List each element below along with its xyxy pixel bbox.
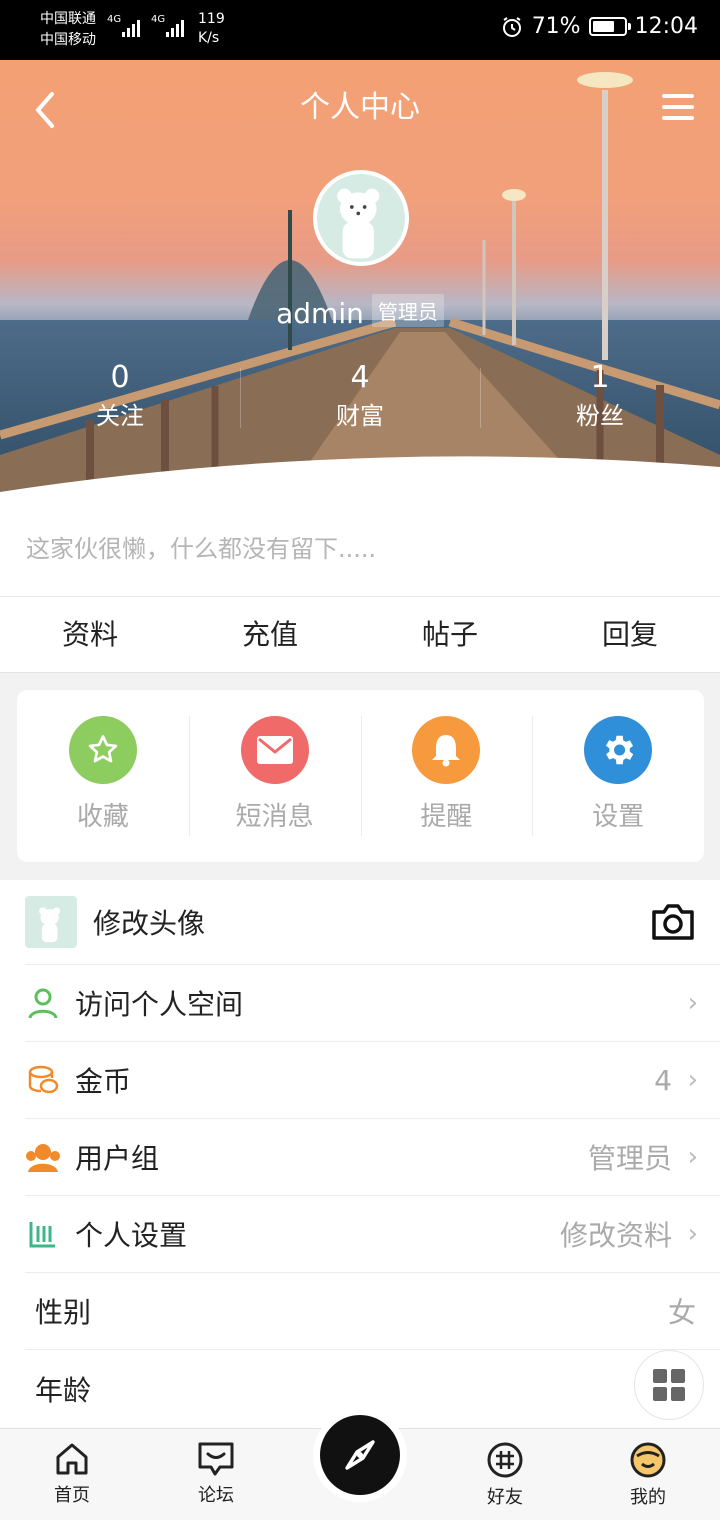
profile-stats: 0 关注 4 财富 1 粉丝 — [0, 358, 720, 434]
camera-icon[interactable] — [650, 902, 696, 942]
row-coins[interactable]: 金币 4 › — [25, 1042, 720, 1119]
row-label: 个人设置 — [75, 1219, 188, 1252]
tab-posts[interactable]: 帖子 — [360, 597, 540, 672]
row-label: 访问个人空间 — [75, 988, 244, 1021]
carrier-2: 中国移动 — [40, 32, 96, 48]
quick-label: 设置 — [592, 802, 645, 832]
chevron-right-icon: › — [687, 1065, 698, 1095]
bear-avatar-icon — [337, 188, 380, 259]
tab-replies[interactable]: 回复 — [540, 597, 720, 672]
group-icon — [25, 1139, 61, 1175]
quick-settings[interactable]: 设置 — [532, 690, 704, 862]
avatar[interactable] — [313, 170, 409, 266]
avatar-thumb — [25, 896, 77, 948]
battery-percent: 71% — [531, 14, 581, 39]
stat-label: 粉丝 — [576, 402, 624, 430]
stat-fans[interactable]: 1 粉丝 — [480, 358, 720, 434]
user-group-value: 管理员 — [587, 1142, 672, 1175]
gender-value: 女 — [667, 1296, 696, 1329]
tabbar-mine[interactable]: 我的 — [598, 1441, 698, 1509]
star-icon — [68, 716, 137, 784]
mail-icon — [240, 716, 309, 784]
settings-bars-icon — [25, 1216, 61, 1252]
quick-label: 收藏 — [76, 802, 129, 832]
username-line: admin 管理员 — [0, 294, 720, 330]
signal-1-icon — [122, 20, 140, 37]
wave-divider — [0, 456, 720, 505]
row-personal-settings[interactable]: 个人设置 修改资料 › — [25, 1196, 720, 1273]
bell-icon — [412, 716, 481, 784]
role-badge: 管理员 — [371, 294, 444, 327]
tabbar-label: 好友 — [487, 1487, 523, 1508]
gear-icon — [584, 716, 653, 784]
row-gender[interactable]: 性别 女 — [25, 1273, 720, 1350]
tabbar-label: 论坛 — [198, 1485, 234, 1506]
quick-messages[interactable]: 短消息 — [188, 690, 361, 862]
coins-value: 4 — [654, 1063, 672, 1097]
network-type-2: 4G — [151, 14, 166, 25]
coins-icon — [25, 1062, 61, 1098]
quick-actions: 收藏 短消息 提醒 设置 — [17, 690, 704, 862]
page-title: 个人中心 — [300, 90, 420, 125]
forum-icon — [198, 1442, 234, 1476]
chevron-right-icon: › — [687, 1219, 698, 1249]
tab-recharge[interactable]: 充值 — [180, 597, 360, 672]
tabbar-home[interactable]: 首页 — [22, 1441, 122, 1507]
row-label: 用户组 — [75, 1142, 160, 1175]
row-label: 金币 — [75, 1065, 132, 1098]
stat-wealth[interactable]: 4 财富 — [240, 358, 480, 434]
tabbar-friends[interactable]: 好友 — [455, 1441, 555, 1509]
hash-icon — [487, 1442, 523, 1478]
tab-profile[interactable]: 资料 — [0, 597, 180, 672]
clock: 12:04 — [634, 14, 698, 39]
settings-list: 修改头像 访问个人空间 › 金币 4 › 用户组 管理员 › 个人设置 修改资料… — [0, 880, 720, 1430]
row-label: 修改头像 — [93, 907, 206, 940]
quick-label: 短消息 — [235, 802, 314, 832]
signal-2-icon — [166, 20, 184, 37]
user-icon — [25, 985, 61, 1021]
row-label: 性别 — [35, 1296, 92, 1329]
chevron-right-icon: › — [687, 1142, 698, 1172]
chevron-right-icon: › — [687, 988, 698, 1018]
face-icon — [630, 1442, 666, 1478]
bear-thumb-icon — [39, 907, 61, 943]
home-icon — [56, 1443, 88, 1475]
profile-tabs: 资料 充值 帖子 回复 — [0, 597, 720, 673]
tabbar-forum[interactable]: 论坛 — [166, 1441, 266, 1507]
battery-icon — [588, 17, 631, 36]
row-visit-space[interactable]: 访问个人空间 › — [25, 965, 720, 1042]
bio-text: 这家伙很懒，什么都没有留下..... — [0, 505, 720, 597]
profile-hero: 个人中心 admin 管理员 0 关注 4 财富 1 粉丝 — [0, 60, 720, 505]
row-change-avatar[interactable]: 修改头像 — [25, 880, 720, 965]
stat-label: 财富 — [336, 402, 384, 430]
personal-settings-value: 修改资料 — [559, 1219, 672, 1252]
stat-following[interactable]: 0 关注 — [0, 358, 240, 434]
carrier-1: 中国联通 — [40, 11, 96, 27]
network-type-1: 4G — [107, 14, 122, 25]
stat-value: 0 — [110, 360, 130, 395]
alarm-icon — [502, 16, 521, 37]
quick-favorites[interactable]: 收藏 — [17, 690, 189, 862]
network-speed: 119 K/s — [198, 11, 225, 46]
carrier-info: 中国联通 中国移动 — [40, 9, 96, 51]
status-bar: 中国联通 中国移动 4G 4G 119 K/s 71% 12:04 — [0, 0, 720, 60]
stat-value: 1 — [590, 360, 610, 395]
stat-value: 4 — [350, 360, 370, 395]
row-label: 年龄 — [35, 1373, 92, 1407]
tabbar-label: 我的 — [630, 1487, 666, 1508]
compass-icon — [320, 1415, 400, 1495]
menu-icon[interactable] — [662, 94, 694, 120]
stat-label: 关注 — [96, 402, 144, 430]
pier-background — [0, 72, 720, 505]
tabbar-label: 首页 — [54, 1485, 90, 1506]
tabbar-discover[interactable] — [313, 1408, 407, 1502]
row-user-group[interactable]: 用户组 管理员 › — [25, 1119, 720, 1196]
apps-grid-button[interactable] — [634, 1350, 704, 1420]
quick-label: 提醒 — [420, 802, 473, 832]
username: admin — [276, 297, 364, 330]
quick-reminders[interactable]: 提醒 — [360, 690, 533, 862]
status-right: 71% 12:04 — [500, 14, 698, 39]
